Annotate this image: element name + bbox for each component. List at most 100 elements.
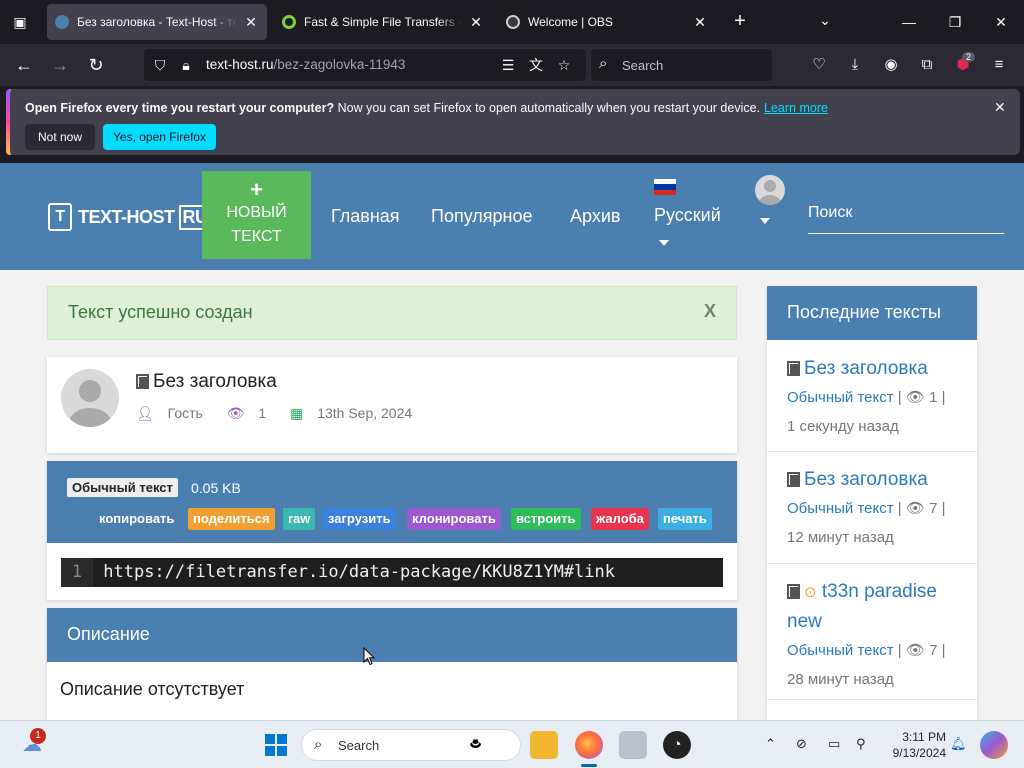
site-search-input[interactable]: Поиск bbox=[808, 199, 1004, 234]
line-number: 1 bbox=[61, 558, 93, 587]
nav-home[interactable]: Главная bbox=[331, 206, 400, 227]
clock-icon: ⊙ bbox=[804, 584, 817, 601]
notification-accent bbox=[6, 89, 10, 155]
window-close-icon[interactable]: ✕ bbox=[986, 8, 1016, 36]
recent-item-meta: Обычный текст | 👁︎ 7 | bbox=[787, 642, 946, 659]
code-line[interactable]: 1 https://filetransfer.io/data-package/K… bbox=[61, 558, 723, 587]
language-selector[interactable]: Русский bbox=[654, 179, 721, 246]
obs-icon[interactable]: ◔ bbox=[663, 731, 691, 759]
eye-icon: 👁︎ bbox=[905, 500, 925, 517]
recent-item-title[interactable]: ⊙ t33n paradise new bbox=[787, 577, 957, 636]
translate-icon[interactable]: 文 bbox=[526, 55, 546, 75]
share-button[interactable]: поделиться bbox=[188, 508, 275, 530]
raw-button[interactable]: raw bbox=[283, 508, 316, 530]
embed-button[interactable]: встроить bbox=[511, 508, 581, 530]
clock-time: 3:11 PM bbox=[902, 730, 946, 744]
display-icon[interactable]: ▭ bbox=[828, 736, 840, 752]
web-page: T TEXT-HOST RU + НОВЫЙ ТЕКСТ Главная Поп… bbox=[0, 163, 1024, 720]
menu-icon[interactable]: ≡ bbox=[988, 54, 1010, 76]
restore-icon[interactable]: ❐ bbox=[940, 8, 970, 36]
clone-button[interactable]: клонировать bbox=[407, 508, 501, 530]
active-app-indicator bbox=[581, 764, 597, 767]
back-icon[interactable]: ← bbox=[12, 53, 36, 77]
close-icon[interactable]: ✕ bbox=[468, 14, 484, 31]
chevron-up-icon[interactable]: ⌃ bbox=[765, 736, 776, 752]
copy-button[interactable]: копировать bbox=[94, 508, 180, 530]
search-bar[interactable]: ⌕ Search bbox=[591, 49, 772, 81]
yes-open-firefox-button[interactable]: Yes, open Firefox bbox=[103, 124, 216, 150]
new-text-line1: НОВЫЙ bbox=[226, 204, 287, 221]
recent-item-title[interactable]: Без заголовка bbox=[787, 465, 957, 494]
report-button[interactable]: жалоба bbox=[591, 508, 649, 530]
learn-more-link[interactable]: Learn more bbox=[764, 101, 828, 115]
close-icon[interactable]: ✕ bbox=[243, 14, 259, 31]
pocket-icon[interactable]: ♡ bbox=[808, 54, 830, 76]
success-alert: Текст успешно создан X bbox=[47, 286, 737, 340]
reload-icon[interactable]: ↻ bbox=[84, 53, 108, 77]
notifications-bell-icon[interactable]: 🔔︎ bbox=[950, 736, 967, 752]
forward-icon[interactable]: → bbox=[48, 53, 72, 77]
nav-archive[interactable]: Архив bbox=[570, 206, 620, 227]
recent-item[interactable]: ⊙ t33n paradise new Обычный текст | 👁︎ 7… bbox=[767, 564, 977, 700]
address-bar[interactable]: ⛉ 🔒︎ text-host.ru/bez-zagolovka-11943 ☰ … bbox=[144, 49, 586, 81]
bookmark-star-icon[interactable]: ☆ bbox=[554, 55, 574, 75]
tab-title: Welcome | OBS bbox=[528, 15, 613, 29]
close-icon[interactable]: ✕ bbox=[692, 14, 708, 31]
obs-favicon-icon bbox=[506, 15, 520, 29]
chevron-down-icon[interactable]: ⌄ bbox=[815, 12, 835, 32]
search-icon: ⌕ bbox=[599, 55, 608, 72]
volume-icon[interactable]: ⚲ bbox=[856, 736, 866, 752]
caret-down-icon[interactable] bbox=[760, 218, 770, 224]
new-tab-icon[interactable]: + bbox=[728, 10, 752, 34]
user-avatar[interactable] bbox=[755, 175, 785, 205]
lock-icon[interactable]: 🔒︎ bbox=[176, 55, 196, 75]
user-icon: 👤︎ bbox=[136, 405, 154, 421]
description-body: Описание отсутствует bbox=[60, 679, 245, 699]
eye-icon: 👁︎ bbox=[905, 642, 925, 659]
plus-icon: + bbox=[250, 177, 263, 202]
firefox-icon[interactable] bbox=[575, 731, 603, 759]
taskbar-search[interactable]: ⌕ Search 🎩︎ bbox=[301, 729, 521, 761]
tab-filetransfer[interactable]: Fast & Simple File Transfers - Fi ✕ bbox=[274, 4, 492, 40]
file-size: 0.05 KB bbox=[191, 480, 241, 496]
document-icon bbox=[787, 584, 800, 599]
code-content[interactable]: https://filetransfer.io/data-package/KKU… bbox=[103, 562, 615, 582]
start-button[interactable] bbox=[262, 731, 290, 759]
recent-item-title[interactable]: Без заголовка bbox=[787, 354, 957, 383]
file-explorer-icon[interactable] bbox=[530, 731, 558, 759]
app-icon[interactable] bbox=[619, 731, 647, 759]
extensions-icon[interactable]: ⧉ bbox=[916, 54, 938, 76]
recent-item-meta: Обычный текст | 👁︎ 1 | bbox=[787, 389, 946, 406]
clock[interactable]: 3:11 PM 9/13/2024 bbox=[880, 729, 946, 761]
new-text-button[interactable]: + НОВЫЙ ТЕКСТ bbox=[202, 171, 311, 259]
recent-item[interactable]: Без заголовка Обычный текст | 👁︎ 7 | 12 … bbox=[767, 452, 977, 564]
download-button[interactable]: загрузить bbox=[323, 508, 396, 530]
post-meta: 👤︎ Гость 👁︎ 1 ▦ 13th Sep, 2024 bbox=[136, 405, 432, 422]
recent-item-time: 1 секунду назад bbox=[787, 418, 899, 435]
windows-taskbar: ☁ ⌕ Search 🎩︎ ◔ ⌃ ⊘ ▭ ⚲ 3:11 PM 9/13/202… bbox=[0, 720, 1024, 768]
mouse-cursor-icon bbox=[363, 647, 375, 666]
syntax-type-label: Обычный текст bbox=[67, 478, 178, 497]
not-now-button[interactable]: Not now bbox=[25, 124, 95, 150]
nav-popular[interactable]: Популярное bbox=[431, 206, 533, 227]
site-logo[interactable]: T TEXT-HOST RU bbox=[48, 203, 212, 231]
shield-icon[interactable]: ⛉ bbox=[150, 55, 170, 75]
tab-text-host[interactable]: Без заголовка - Text-Host - тек ✕ bbox=[47, 4, 267, 40]
downloads-icon[interactable]: ⤓ bbox=[844, 54, 866, 76]
close-icon[interactable]: ✕ bbox=[994, 99, 1006, 116]
eye-icon: 👁︎ bbox=[905, 389, 925, 406]
recent-item[interactable]: Без заголовка Обычный текст | 👁︎ 1 | 1 с… bbox=[767, 346, 977, 452]
url-text[interactable]: text-host.ru/bez-zagolovka-11943 bbox=[206, 57, 405, 72]
logo-mark-icon: T bbox=[48, 203, 72, 231]
document-icon bbox=[136, 374, 149, 389]
tab-obs[interactable]: Welcome | OBS ✕ bbox=[498, 4, 716, 40]
reader-view-icon[interactable]: ☰ bbox=[498, 55, 518, 75]
print-button[interactable]: печать bbox=[658, 508, 712, 530]
network-icon[interactable]: ⊘ bbox=[796, 736, 807, 752]
minimize-icon[interactable]: — bbox=[894, 8, 924, 36]
author: 👤︎ Гость bbox=[136, 405, 203, 421]
copilot-icon[interactable] bbox=[980, 731, 1008, 759]
account-icon[interactable]: ◉ bbox=[880, 54, 902, 76]
tab-list-icon[interactable]: ▣ bbox=[8, 10, 32, 34]
alert-close-button[interactable]: X bbox=[704, 301, 716, 322]
